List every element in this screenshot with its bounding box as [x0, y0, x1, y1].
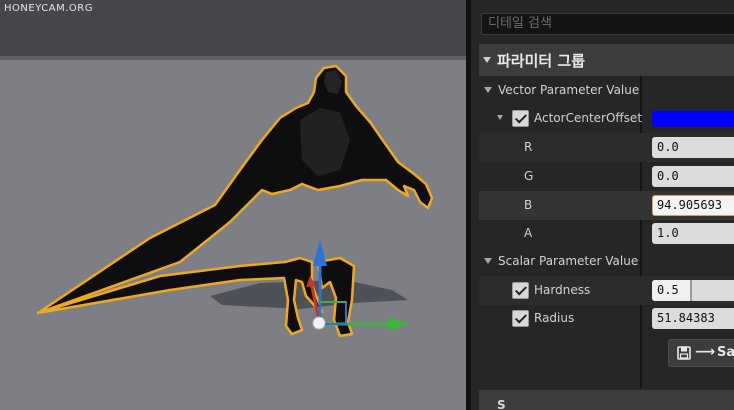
hardness-slider[interactable]: 0.5 [652, 280, 734, 301]
category-title: 파라미터 그룹 [497, 52, 586, 70]
level-viewport[interactable]: HONEYCAM.ORG [0, 0, 466, 410]
scalar-group-label: Scalar Parameter Value [498, 254, 639, 268]
save-sibling-button[interactable]: ⟶ Sa [668, 339, 734, 367]
details-search-input[interactable]: 디테일 검색 [481, 13, 734, 35]
channel-value-field[interactable]: 1.0 [652, 223, 734, 244]
arrow-right-icon: ⟶ [695, 344, 716, 360]
save-button-label: Sa [717, 345, 734, 360]
scene-render [36, 64, 434, 338]
channel-row-a: A 1.0 [479, 219, 734, 248]
channel-row-g: G 0.0 [479, 162, 734, 191]
hardness-row: Hardness 0.5 [479, 276, 734, 305]
hardness-checkbox[interactable] [512, 282, 529, 299]
bottom-category-label: S [497, 398, 506, 410]
channel-value-field[interactable]: 0.0 [652, 166, 734, 187]
expand-arrow-icon[interactable] [484, 87, 492, 93]
radius-label: Radius [534, 311, 575, 325]
channel-row-b: B 94.905693 [479, 191, 734, 220]
category-parameter-groups[interactable]: 파라미터 그룹 [479, 44, 734, 76]
channel-value-field[interactable]: 94.905693 [652, 195, 734, 216]
channel-row-r: R 0.0 [479, 133, 734, 162]
actor-center-offset-row[interactable]: ActorCenterOffset [479, 104, 734, 133]
hardness-label: Hardness [534, 283, 591, 297]
radius-value-field[interactable]: 51.84383 [652, 308, 734, 329]
color-swatch[interactable] [652, 111, 734, 127]
vector-group-label: Vector Parameter Value [498, 83, 640, 97]
radius-row: Radius 51.84383 [479, 304, 734, 333]
channel-value-field[interactable]: 0.0 [652, 137, 734, 158]
hardness-value: 0.5 [657, 283, 679, 297]
vector-parameter-group-row[interactable]: Vector Parameter Value [479, 76, 734, 105]
bottom-category-header[interactable]: S [479, 390, 734, 410]
channel-label: B [524, 198, 533, 212]
radius-checkbox[interactable] [512, 310, 529, 327]
collapse-arrow-icon[interactable] [483, 57, 491, 63]
details-panel: 디테일 검색 파라미터 그룹 Vector Parameter Value Ac… [471, 0, 734, 410]
channel-label: G [524, 169, 534, 183]
channel-label: R [524, 140, 533, 154]
actor-center-offset-checkbox[interactable] [512, 110, 529, 127]
save-icon [677, 346, 691, 360]
scalar-parameter-group-row[interactable]: Scalar Parameter Value [479, 247, 734, 276]
expand-arrow-icon[interactable] [484, 258, 492, 264]
actor-center-offset-label: ActorCenterOffset [534, 111, 643, 125]
expand-arrow-icon[interactable] [497, 115, 503, 120]
channel-label: A [524, 226, 533, 240]
